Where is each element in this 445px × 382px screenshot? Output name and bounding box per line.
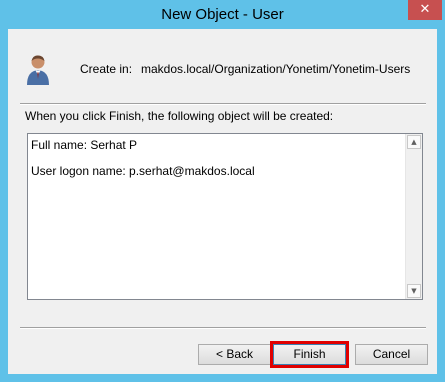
- create-in-label: Create in:: [80, 62, 133, 76]
- back-button[interactable]: < Back: [198, 344, 271, 365]
- vertical-scrollbar[interactable]: ▲ ▼: [405, 134, 422, 299]
- summary-textbox[interactable]: Full name: Serhat P User logon name: p.s…: [27, 133, 423, 300]
- close-icon: ✕: [419, 2, 431, 17]
- scroll-up-icon[interactable]: ▲: [407, 135, 421, 149]
- finish-button[interactable]: Finish: [273, 344, 346, 365]
- scroll-down-icon[interactable]: ▼: [407, 284, 421, 298]
- title-bar[interactable]: New Object - User ✕: [0, 0, 445, 29]
- intro-text: When you click Finish, the following obj…: [25, 109, 334, 123]
- full-name-line: Full name: Serhat P: [31, 138, 138, 152]
- user-icon: [27, 55, 49, 85]
- separator: [20, 327, 426, 329]
- dialog-content: Create in: makdos.local/Organization/Yon…: [8, 29, 437, 374]
- separator: [20, 103, 426, 105]
- logon-name-line: User logon name: p.serhat@makdos.local: [31, 164, 255, 178]
- create-in-path: makdos.local/Organization/Yonetim/Yoneti…: [141, 62, 411, 76]
- close-button[interactable]: ✕: [408, 0, 442, 20]
- new-object-user-dialog: New Object - User ✕ Create in: makdos.lo…: [0, 0, 445, 382]
- window-title: New Object - User: [161, 6, 284, 23]
- cancel-button[interactable]: Cancel: [355, 344, 428, 365]
